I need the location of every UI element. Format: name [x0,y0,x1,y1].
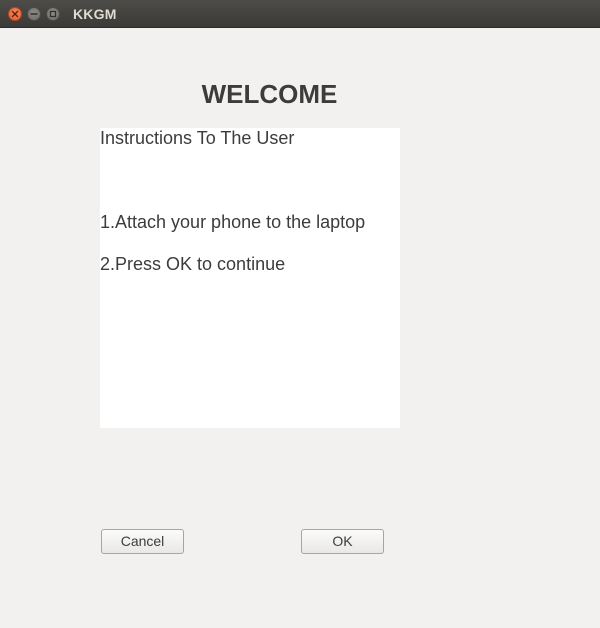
instruction-line-1: 1.Attach your phone to the laptop [100,212,366,232]
maximize-button[interactable] [46,7,60,21]
close-button[interactable] [8,7,22,21]
close-icon [11,10,19,18]
cancel-button[interactable]: Cancel [101,529,184,554]
instructions-panel: Instructions To The User 1.Attach your p… [100,128,400,428]
ok-button[interactable]: OK [301,529,384,554]
minimize-button[interactable] [27,7,41,21]
welcome-heading: WELCOME [201,79,338,109]
window-title: KKGM [73,6,117,22]
maximize-icon [49,10,57,18]
minimize-icon [30,13,38,15]
title-bar[interactable]: KKGM [0,0,600,28]
instructions-title: Instructions To The User [100,128,295,148]
app-window: KKGM WELCOME Instructions To The User 1.… [0,0,600,628]
instruction-line-2: 2.Press OK to continue [100,254,286,274]
